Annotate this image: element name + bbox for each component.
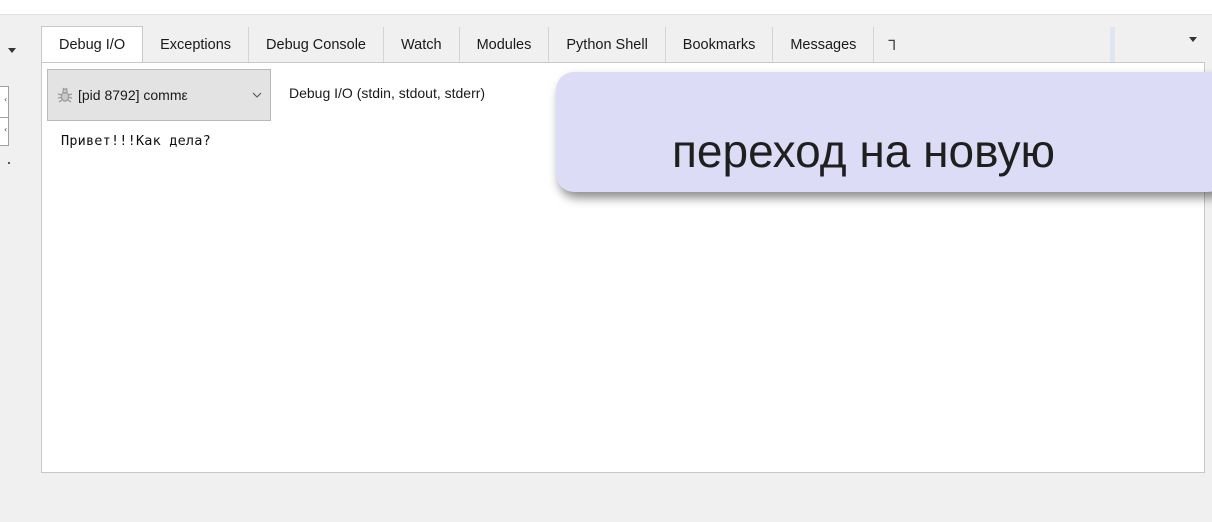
top-toolbar-strip (0, 0, 1212, 15)
tab-overflow-icon[interactable]: Ꞁ (874, 27, 914, 63)
tab-exceptions[interactable]: Exceptions (143, 27, 250, 63)
left-field-marker-icon: ‹ (4, 125, 8, 134)
left-panel-fields[interactable]: ‹ ‹ (0, 86, 9, 146)
left-field-divider (0, 117, 8, 118)
process-selector[interactable]: [pid 8792] commε (47, 69, 271, 121)
tab-debug-console[interactable]: Debug Console (249, 27, 384, 63)
ide-debug-panel: ‹ ‹ Debug I/O Exceptions Debug Console W… (0, 0, 1212, 522)
tab-debug-io[interactable]: Debug I/O (41, 26, 144, 63)
tabs-menu-dropdown-icon[interactable] (1189, 37, 1197, 42)
tab-python-shell[interactable]: Python Shell (549, 27, 666, 63)
tool-tabs: Debug I/O Exceptions Debug Console Watch… (41, 26, 914, 63)
debug-output[interactable]: Привет!!!Как дела? (61, 133, 211, 149)
io-stream-label: Debug I/O (stdin, stdout, stderr) (289, 85, 486, 101)
tab-scroll-indicator (1110, 27, 1115, 63)
process-selector-label: [pid 8792] commε (78, 87, 188, 103)
callout-tail (1080, 170, 1212, 190)
left-panel-dropdown-icon[interactable] (8, 48, 16, 53)
tab-watch[interactable]: Watch (384, 27, 460, 63)
tab-modules[interactable]: Modules (460, 27, 550, 63)
left-panel-marker (8, 162, 10, 164)
left-field-marker-icon: ‹ (4, 95, 8, 104)
left-side-panel: ‹ ‹ (0, 20, 30, 480)
tab-messages[interactable]: Messages (773, 27, 875, 63)
tab-bookmarks[interactable]: Bookmarks (666, 27, 774, 63)
chevron-down-icon (252, 92, 262, 98)
bug-icon (57, 87, 73, 103)
callout-text: переход на новую (672, 125, 1056, 177)
